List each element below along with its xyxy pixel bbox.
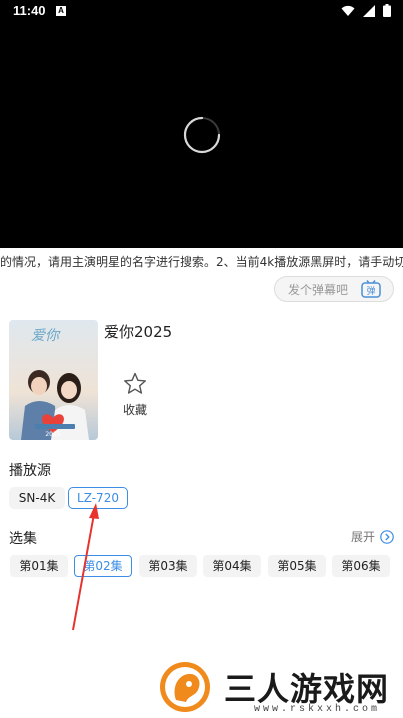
danmaku-input[interactable]: 发个弹幕吧 弹 <box>274 276 394 302</box>
svg-text:弹: 弹 <box>366 285 375 297</box>
status-bar: 11:40 A <box>0 0 403 24</box>
status-icons <box>341 4 391 17</box>
expand-label: 展开 <box>350 530 375 544</box>
sources-title: 播放源 <box>9 463 51 479</box>
episode-button-04[interactable]: 第04集 <box>203 555 261 577</box>
favorite-label: 收藏 <box>122 403 147 417</box>
danmaku-toggle-icon[interactable]: 弹 <box>361 280 381 298</box>
watermark-url: www.rskxxh.com <box>254 704 381 715</box>
loading-spinner-icon <box>183 116 221 154</box>
watermark-logo-icon <box>160 662 210 712</box>
wifi-icon <box>341 5 355 16</box>
expand-button[interactable]: 展开 <box>351 528 394 545</box>
svg-text:2025: 2025 <box>45 431 60 438</box>
episode-button-03[interactable]: 第03集 <box>139 555 197 577</box>
source-button-sn-4k[interactable]: SN-4K <box>9 487 65 509</box>
battery-icon <box>383 4 391 17</box>
poster-image[interactable]: 爱你 2025 <box>9 320 98 440</box>
notice-marquee: 的情况，请用主演明星的名字进行搜索。2、当前4k播放源黑屏时，请手动切 <box>0 255 403 269</box>
episode-button-02[interactable]: 第02集 <box>74 555 132 577</box>
danmaku-placeholder: 发个弹幕吧 <box>288 282 349 297</box>
signal-icon <box>363 4 375 17</box>
episode-button-06[interactable]: 第06集 <box>332 555 390 577</box>
chevron-right-icon <box>380 529 394 544</box>
source-button-lz-720[interactable]: LZ-720 <box>68 487 128 509</box>
episode-button-05[interactable]: 第05集 <box>268 555 326 577</box>
watermark: 三人游戏网 www.rskxxh.com <box>158 660 403 718</box>
video-player[interactable] <box>0 24 403 248</box>
star-icon <box>124 372 146 394</box>
show-title: 爱你2025 <box>104 323 173 341</box>
episode-button-01[interactable]: 第01集 <box>10 555 68 577</box>
notification-a-icon: A <box>56 6 66 16</box>
status-time: 11:40 <box>13 3 46 18</box>
episodes-title: 选集 <box>9 531 37 547</box>
favorite-button[interactable]: 收藏 <box>117 372 153 418</box>
svg-text:爱你: 爱你 <box>31 328 61 344</box>
